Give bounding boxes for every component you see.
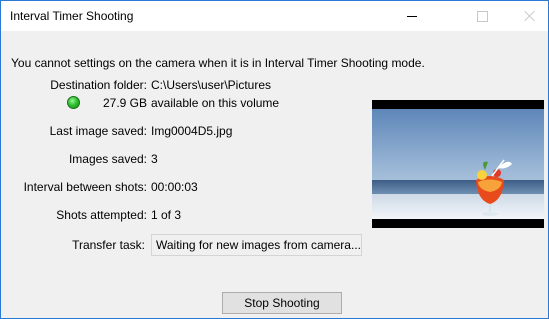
window-title: Interval Timer Shooting <box>10 9 134 23</box>
last-image-value: Img0004D5.jpg <box>151 124 233 138</box>
shots-attempted-value: 1 of 3 <box>151 208 182 222</box>
stop-shooting-button[interactable]: Stop Shooting <box>222 292 342 314</box>
last-image-label: Last image saved: <box>49 124 147 138</box>
destination-folder-label: Destination folder: <box>50 78 147 92</box>
images-saved-value: 3 <box>151 152 158 166</box>
close-icon <box>524 10 536 22</box>
destination-folder-value: C:\Users\user\Pictures <box>151 78 272 92</box>
free-space-value: 27.9 GB <box>102 96 147 110</box>
preview-photo <box>372 109 544 219</box>
mode-notice: You cannot settings on the camera when i… <box>11 56 425 70</box>
status-ok-icon <box>67 96 80 109</box>
transfer-task-label: Transfer task: <box>72 238 145 252</box>
interval-timer-dialog: Interval Timer Shooting You cannot setti… <box>0 0 549 319</box>
shots-attempted-label: Shots attempted: <box>56 208 147 222</box>
transfer-task-field: Waiting for new images from camera... <box>151 234 362 256</box>
title-bar[interactable]: Interval Timer Shooting <box>1 1 548 31</box>
last-image-preview <box>372 100 544 228</box>
close-button <box>507 1 549 31</box>
free-space-suffix: available on this volume <box>151 96 280 110</box>
interval-value: 00:00:03 <box>151 180 198 194</box>
maximize-button <box>459 1 505 31</box>
interval-label: Interval between shots: <box>23 180 147 194</box>
minimize-button[interactable] <box>389 1 435 31</box>
minimize-icon <box>407 15 417 17</box>
maximize-icon <box>476 10 488 22</box>
images-saved-label: Images saved: <box>68 152 147 166</box>
